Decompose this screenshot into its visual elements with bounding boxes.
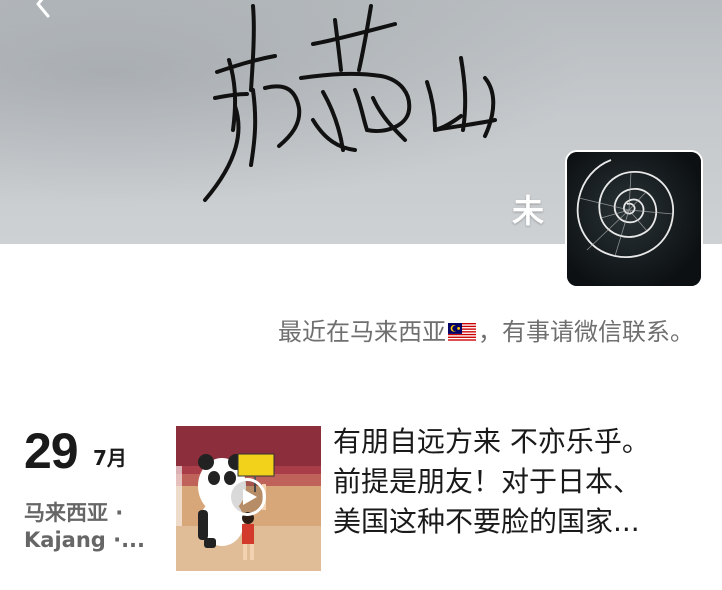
- profile-status: 最近在马来西亚 ，有事请微信联系。: [0, 316, 694, 348]
- malaysia-flag-icon: [448, 323, 476, 342]
- post-text-line: 美国这种不要脸的国家...: [333, 505, 640, 538]
- profile-nickname[interactable]: 未: [512, 186, 544, 232]
- post-location-line1[interactable]: 马来西亚 ·: [24, 497, 123, 527]
- post-location-line2[interactable]: Kajang ·...: [24, 528, 145, 552]
- post-date-month: 7月: [93, 446, 127, 470]
- status-text-suffix: ，有事请微信联系。: [478, 318, 694, 346]
- play-icon[interactable]: [228, 478, 266, 516]
- handwritten-signature: [203, 4, 497, 202]
- profile-avatar[interactable]: [567, 152, 701, 286]
- spiral-avatar-icon: [567, 152, 701, 286]
- back-arrow-icon[interactable]: [28, 0, 58, 20]
- video-thumbnail[interactable]: [176, 426, 321, 571]
- post-text-line: 有朋自远方来 不亦乐乎。: [333, 425, 650, 458]
- status-text-prefix: 最近在马来西亚: [278, 318, 446, 346]
- post-text[interactable]: 有朋自远方来 不亦乐乎。 前提是朋友！对于日本、 美国这种不要脸的国家...: [333, 422, 693, 542]
- post-date-day: 29: [24, 423, 79, 479]
- post-text-line: 前提是朋友！对于日本、: [333, 465, 642, 498]
